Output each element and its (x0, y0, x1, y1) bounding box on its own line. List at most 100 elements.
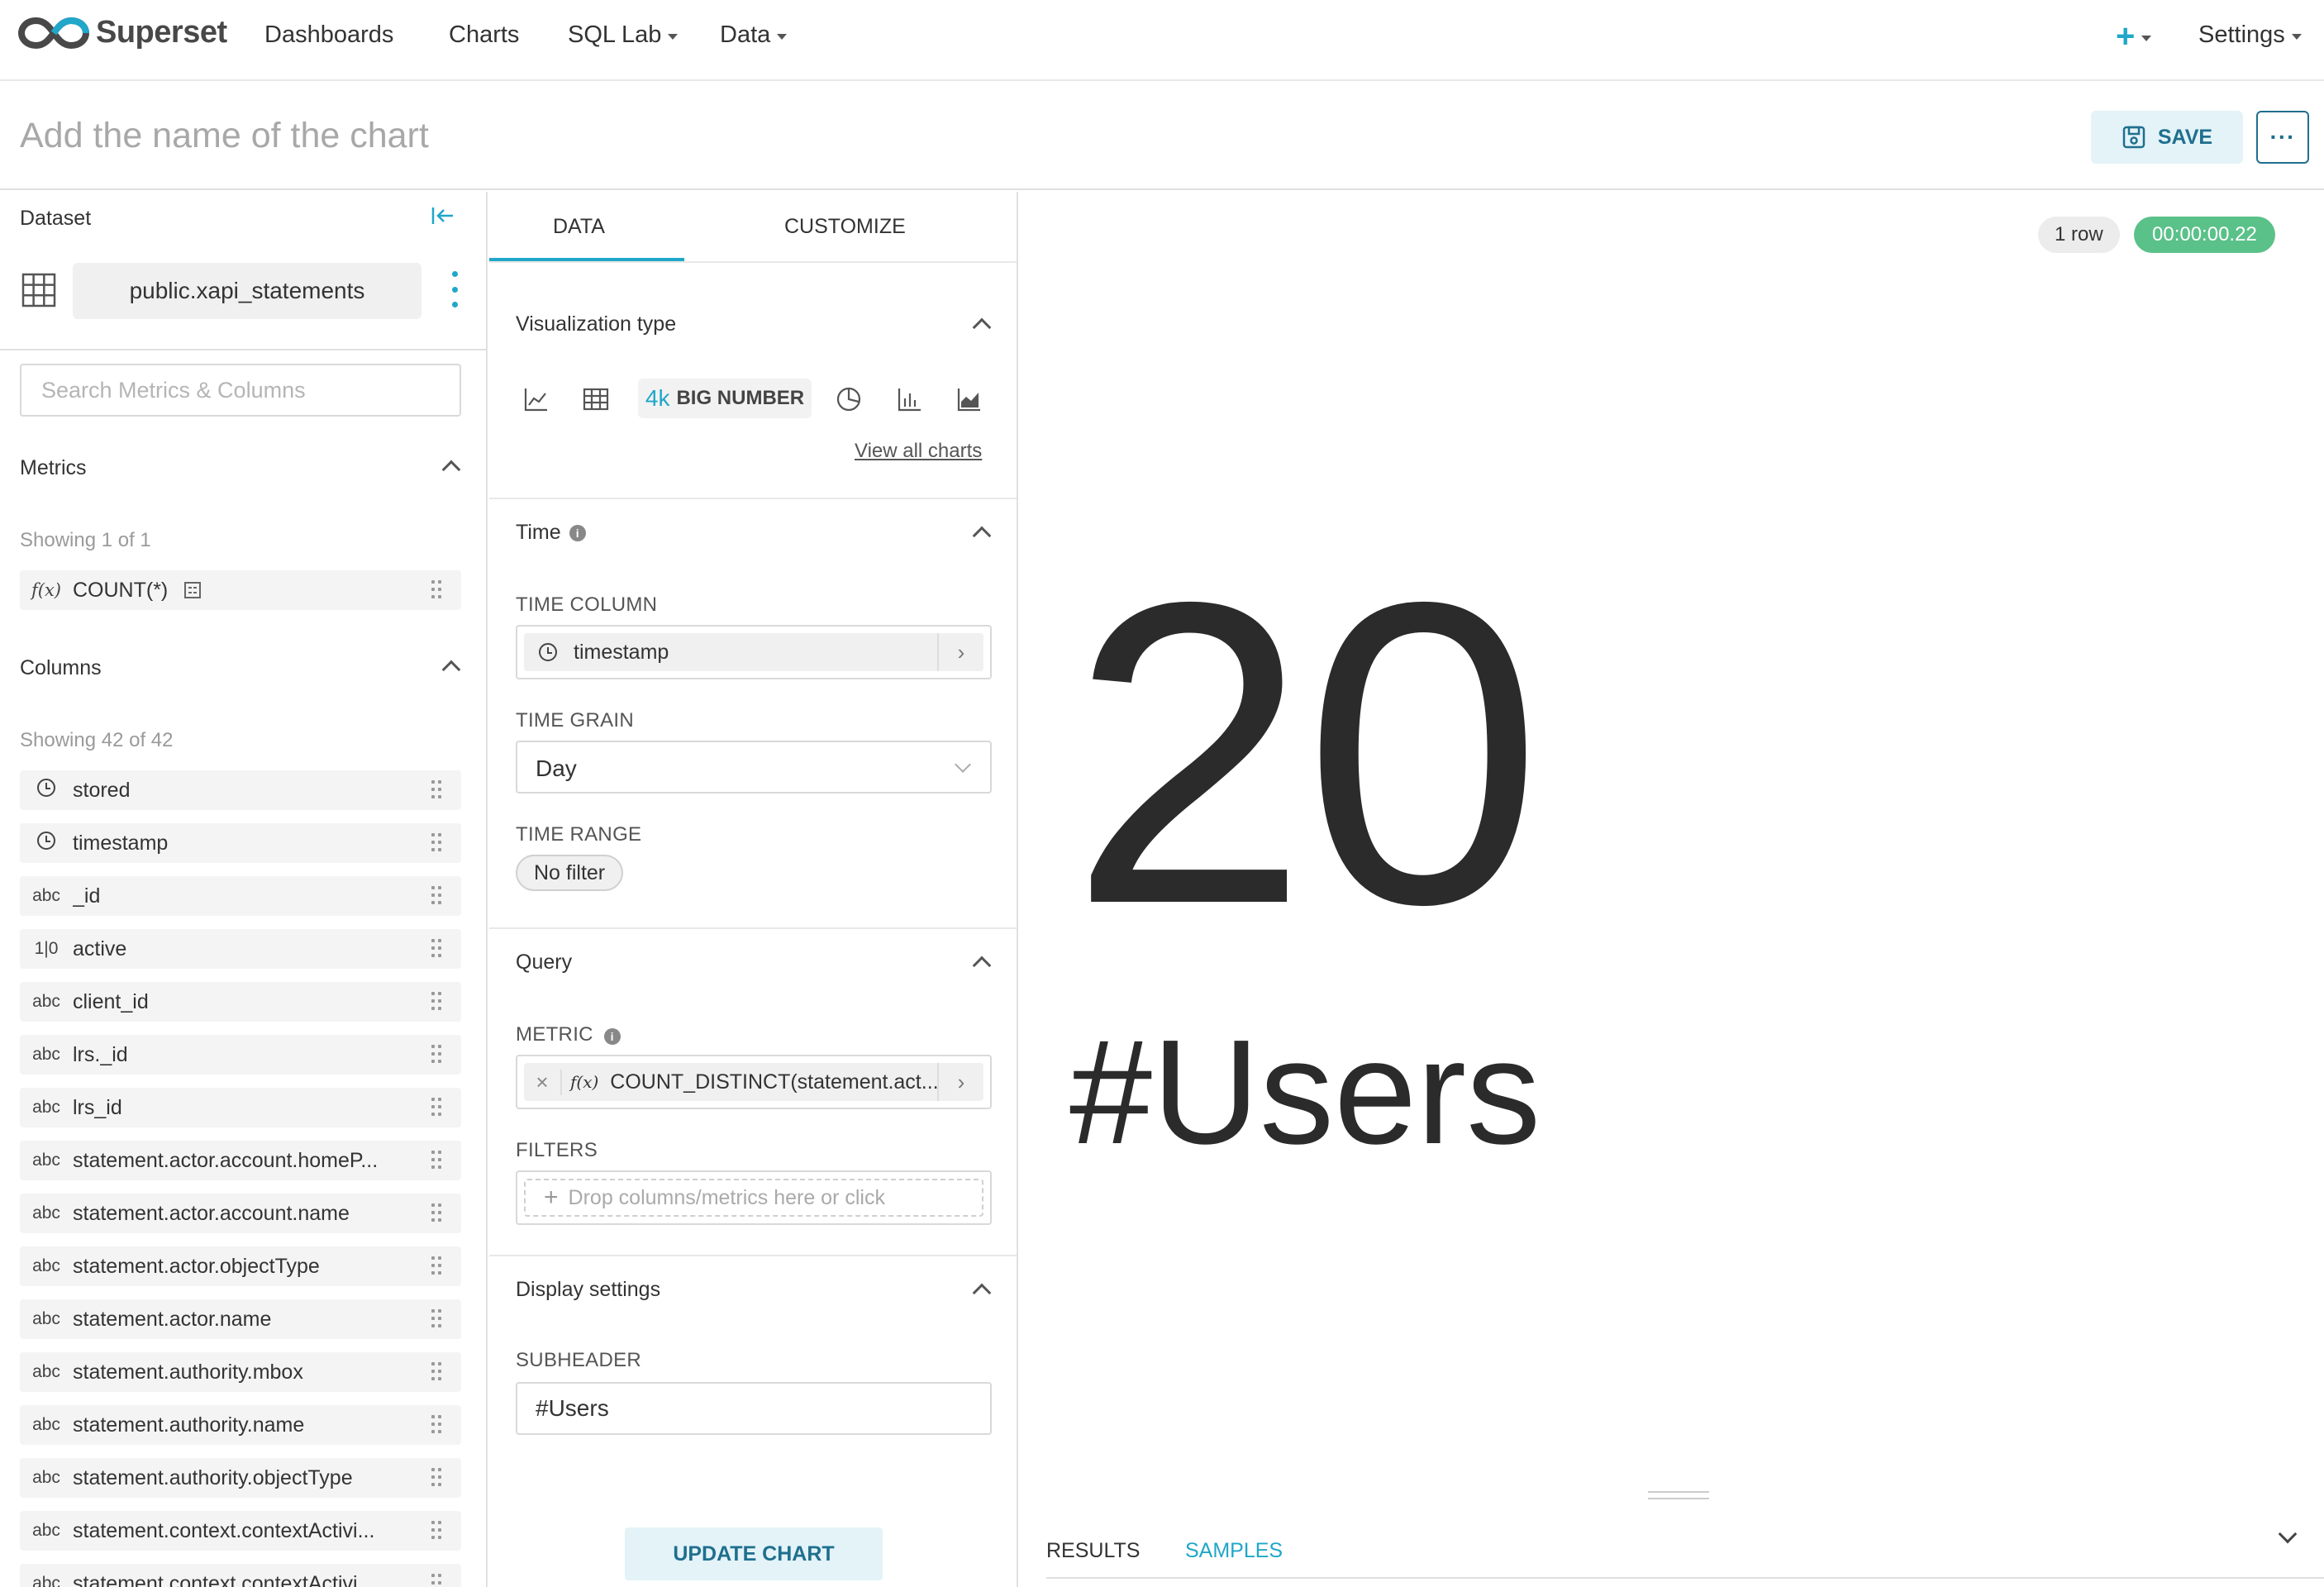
column-item[interactable]: abc statement.context.contextActivi... (20, 1564, 461, 1587)
column-item[interactable]: 1|0 active (20, 929, 461, 969)
column-name: statement.actor.name (73, 1307, 272, 1331)
column-item[interactable]: abc client_id (20, 982, 461, 1022)
column-item[interactable]: abc statement.actor.objectType (20, 1246, 461, 1286)
nav-data[interactable]: Data (720, 21, 788, 49)
info-icon[interactable]: i (569, 524, 586, 541)
info-icon[interactable]: i (603, 1028, 621, 1045)
tab-results[interactable]: RESULTS (1046, 1539, 1140, 1563)
chevron-up-icon[interactable] (972, 526, 992, 546)
dataset-name[interactable]: public.xapi_statements (73, 263, 421, 319)
drag-handle-icon[interactable] (431, 780, 441, 800)
metrics-section-title[interactable]: Metrics (20, 456, 87, 480)
table-chart-icon[interactable] (582, 385, 610, 413)
column-item[interactable]: abc statement.actor.account.name (20, 1194, 461, 1233)
drag-handle-icon[interactable] (431, 1203, 441, 1223)
drag-handle-icon[interactable] (431, 1151, 441, 1170)
drag-handle-icon[interactable] (431, 1309, 441, 1329)
chevron-right-icon[interactable]: › (937, 1063, 983, 1101)
drag-handle-icon[interactable] (431, 992, 441, 1012)
column-item[interactable]: abc statement.authority.name (20, 1405, 461, 1445)
chevron-up-icon[interactable] (972, 956, 992, 975)
drag-handle-icon[interactable] (431, 1521, 441, 1541)
view-all-charts-link[interactable]: View all charts (855, 440, 982, 463)
nav-dashboards[interactable]: Dashboards (264, 21, 393, 49)
clock-icon (20, 779, 73, 802)
chevron-down-icon (955, 756, 971, 773)
time-grain-select[interactable]: Day (516, 741, 992, 794)
save-button[interactable]: SAVE (2091, 111, 2243, 164)
chevron-down-icon[interactable] (2278, 1524, 2298, 1544)
column-item[interactable]: abc lrs_id (20, 1088, 461, 1127)
dataset-panel: Dataset public.xapi_statements Search Me… (0, 192, 488, 1587)
column-name: lrs_id (73, 1095, 122, 1119)
superset-logo[interactable]: Superset (18, 15, 227, 50)
resize-handle[interactable] (1648, 1491, 1709, 1499)
column-item[interactable]: abc statement.authority.objectType (20, 1458, 461, 1498)
nav-sql-lab[interactable]: SQL Lab (568, 21, 679, 49)
time-range-filter[interactable]: No filter (516, 855, 624, 891)
chevron-right-icon[interactable]: › (937, 633, 983, 671)
drag-handle-icon[interactable] (431, 1468, 441, 1488)
column-item[interactable]: abc _id (20, 876, 461, 916)
drag-handle-icon[interactable] (431, 1362, 441, 1382)
chart-name-input[interactable]: Add the name of the chart (20, 116, 429, 156)
divider (489, 1255, 1017, 1256)
drag-handle-icon[interactable] (431, 833, 441, 853)
drag-handle-icon[interactable] (431, 580, 441, 600)
display-settings-title[interactable]: Display settings (516, 1278, 660, 1302)
query-section-title[interactable]: Query (516, 951, 572, 975)
string-type-icon: abc (32, 1045, 60, 1064)
update-chart-button[interactable]: UPDATE CHART (625, 1527, 883, 1580)
pie-chart-icon[interactable] (835, 385, 863, 413)
filters-field[interactable]: + Drop columns/metrics here or click (516, 1170, 992, 1225)
drag-handle-icon[interactable] (431, 886, 441, 906)
tab-data[interactable]: DATA (553, 215, 605, 239)
new-item-button[interactable]: + (2116, 18, 2152, 55)
big-number-chart-option[interactable]: 4k BIG NUMBER (638, 379, 812, 418)
column-item[interactable]: abc statement.authority.mbox (20, 1352, 461, 1392)
line-chart-icon[interactable] (522, 385, 550, 413)
dataset-menu-icon[interactable] (446, 271, 463, 307)
drag-handle-icon[interactable] (431, 1098, 441, 1118)
column-item[interactable]: abc statement.context.contextActivi... (20, 1511, 461, 1551)
drag-handle-icon[interactable] (431, 939, 441, 959)
tab-customize[interactable]: CUSTOMIZE (784, 215, 906, 239)
column-item[interactable]: abc statement.actor.name (20, 1299, 461, 1339)
table-icon (21, 273, 56, 307)
time-column-field[interactable]: timestamp › (516, 625, 992, 679)
drag-handle-icon[interactable] (431, 1415, 441, 1435)
area-chart-icon[interactable] (955, 385, 983, 413)
time-section-title[interactable]: Time i (516, 521, 586, 545)
column-item[interactable]: timestamp (20, 823, 461, 863)
search-metrics-columns-input[interactable]: Search Metrics & Columns (20, 364, 461, 417)
chevron-up-icon[interactable] (441, 460, 461, 479)
calculator-icon (184, 582, 202, 598)
more-options-button[interactable]: ··· (2256, 111, 2309, 164)
nav-charts[interactable]: Charts (449, 21, 519, 49)
bar-chart-icon[interactable] (896, 385, 924, 413)
drag-handle-icon[interactable] (431, 1256, 441, 1276)
remove-icon[interactable]: × (524, 1069, 562, 1095)
subheader-input[interactable]: #Users (516, 1382, 992, 1435)
nav-settings[interactable]: Settings (2198, 21, 2302, 49)
drag-handle-icon[interactable] (431, 1574, 441, 1587)
metric-field[interactable]: × f(x) COUNT_DISTINCT(statement.act... › (516, 1055, 992, 1109)
chevron-up-icon[interactable] (972, 1283, 992, 1303)
tab-samples[interactable]: SAMPLES (1185, 1539, 1283, 1563)
chevron-up-icon[interactable] (972, 317, 992, 337)
column-item[interactable]: abc lrs._id (20, 1035, 461, 1075)
time-column-value[interactable]: timestamp › (524, 633, 983, 671)
string-type-icon: abc (32, 1098, 60, 1117)
column-item[interactable]: abc statement.actor.account.homeP... (20, 1141, 461, 1180)
collapse-panel-icon[interactable] (431, 205, 455, 231)
metric-value[interactable]: × f(x) COUNT_DISTINCT(statement.act... › (524, 1063, 983, 1101)
control-tabs: DATA CUSTOMIZE (489, 192, 1017, 263)
filters-label: FILTERS (516, 1139, 598, 1161)
column-item[interactable]: stored (20, 770, 461, 810)
drag-handle-icon[interactable] (431, 1045, 441, 1065)
visualization-type-title[interactable]: Visualization type (516, 312, 676, 336)
columns-section-title[interactable]: Columns (20, 656, 102, 680)
metric-item[interactable]: f(x) COUNT(*) (20, 570, 461, 610)
chevron-up-icon[interactable] (441, 660, 461, 679)
filters-dropzone[interactable]: + Drop columns/metrics here or click (524, 1179, 983, 1217)
